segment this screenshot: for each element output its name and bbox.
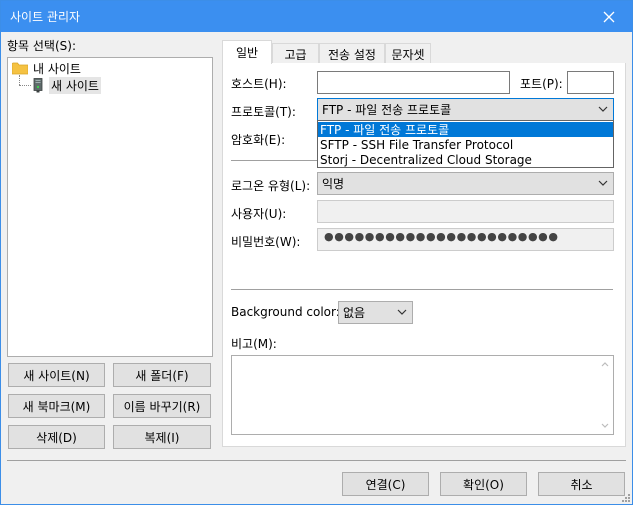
scroll-down-icon (601, 423, 609, 428)
protocol-option-ftp[interactable]: FTP - 파일 전송 프로토콜 (318, 122, 613, 137)
protocol-option-storj[interactable]: Storj - Decentralized Cloud Storage (318, 152, 613, 167)
password-mask: ●●●●●●●●●●●●●●●●●●●●●●● (324, 230, 559, 243)
tree-connector (19, 85, 31, 86)
title-bar: 사이트 관리자 (1, 1, 632, 32)
tree-connector (19, 75, 20, 85)
tab-general[interactable]: 일반 (222, 40, 272, 64)
port-label: 포트(P): (520, 77, 563, 91)
tab-charset[interactable]: 문자셋 (385, 43, 431, 64)
logon-type-select[interactable]: 익명 (317, 172, 614, 195)
resize-grip-icon[interactable] (620, 492, 631, 503)
tree-item-new-site[interactable]: 새 사이트 (33, 77, 101, 94)
site-manager-window: 사이트 관리자 항목 선택(S): 내 사이트 새 사이트 새 사이트(N) 새… (0, 0, 633, 505)
encryption-label: 암호화(E): (231, 133, 286, 147)
chevron-down-icon (397, 309, 407, 315)
notes-textarea[interactable] (231, 355, 614, 435)
close-icon (603, 11, 615, 22)
close-button[interactable] (586, 1, 632, 32)
tree-item-label: 내 사이트 (33, 62, 81, 76)
delete-button[interactable]: 삭제(D) (8, 425, 105, 449)
server-icon (33, 78, 43, 93)
folder-icon (12, 62, 28, 75)
chevron-down-icon (598, 180, 608, 186)
notes-label: 비고(M): (231, 337, 277, 351)
tree-header-label: 항목 선택(S): (7, 39, 76, 53)
host-label: 호스트(H): (231, 77, 287, 91)
chevron-down-icon (598, 106, 608, 112)
scroll-up-icon (601, 362, 609, 367)
background-color-select[interactable]: 없음 (338, 301, 413, 324)
tab-transfer-settings[interactable]: 전송 설정 (319, 43, 385, 64)
tree-item-label: 새 사이트 (49, 77, 101, 94)
logon-type-label: 로그온 유형(L): (231, 179, 311, 193)
protocol-dropdown-list: FTP - 파일 전송 프로토콜 SFTP - SSH File Transfe… (317, 120, 614, 168)
notes-scrollbar[interactable] (597, 356, 613, 434)
background-color-label: Background color: (231, 305, 340, 319)
user-input[interactable] (317, 200, 614, 223)
new-folder-button[interactable]: 새 폴더(F) (113, 363, 211, 387)
password-label: 비밀번호(W): (231, 235, 301, 249)
logon-type-value: 익명 (322, 177, 345, 191)
site-tree[interactable]: 내 사이트 새 사이트 (7, 57, 213, 357)
new-bookmark-button[interactable]: 새 북마크(M) (8, 394, 105, 418)
background-color-value: 없음 (343, 306, 366, 320)
protocol-select[interactable]: FTP - 파일 전송 프로토콜 (317, 98, 614, 121)
host-input[interactable] (317, 71, 510, 94)
user-label: 사용자(U): (231, 207, 287, 221)
port-input[interactable] (567, 71, 614, 94)
rename-button[interactable]: 이름 바꾸기(R) (113, 394, 211, 418)
duplicate-button[interactable]: 복제(I) (113, 425, 211, 449)
cancel-button[interactable]: 취소 (538, 472, 625, 496)
window-title: 사이트 관리자 (10, 10, 81, 24)
section-divider (231, 289, 613, 290)
tree-item-my-sites[interactable]: 내 사이트 (12, 60, 81, 77)
protocol-option-sftp[interactable]: SFTP - SSH File Transfer Protocol (318, 137, 613, 152)
protocol-label: 프로토콜(T): (231, 105, 296, 119)
new-site-button[interactable]: 새 사이트(N) (8, 363, 105, 387)
connect-button[interactable]: 연결(C) (342, 472, 429, 496)
tab-advanced[interactable]: 고급 (272, 43, 319, 64)
footer-divider (7, 460, 626, 461)
protocol-select-value: FTP - 파일 전송 프로토콜 (322, 103, 452, 117)
ok-button[interactable]: 확인(O) (440, 472, 527, 496)
